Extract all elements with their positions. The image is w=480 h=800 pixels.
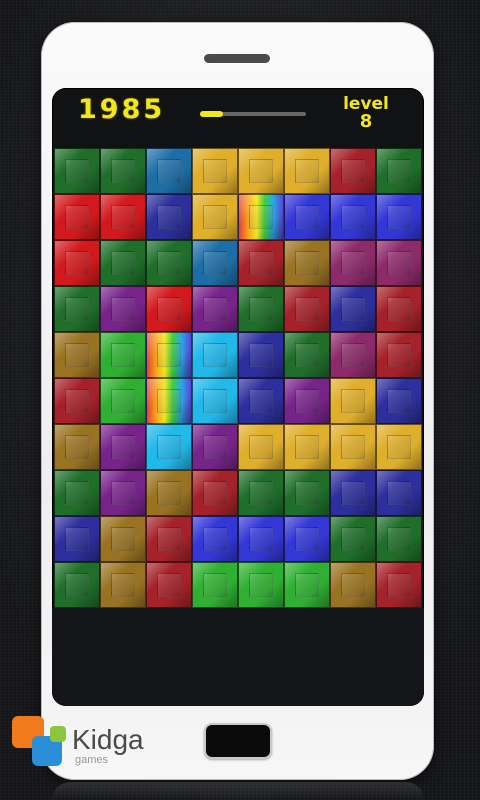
tile[interactable] [146, 194, 192, 240]
tile[interactable] [376, 470, 422, 516]
tile[interactable] [146, 470, 192, 516]
tile[interactable] [238, 378, 284, 424]
tile[interactable] [100, 148, 146, 194]
tile[interactable] [146, 378, 192, 424]
tile[interactable] [54, 148, 100, 194]
tile[interactable] [376, 194, 422, 240]
tile[interactable] [238, 148, 284, 194]
tile[interactable] [284, 516, 330, 562]
empty-board-area [52, 608, 424, 706]
tile[interactable] [100, 562, 146, 608]
tile[interactable] [146, 516, 192, 562]
tile[interactable] [330, 240, 376, 286]
tile[interactable] [146, 286, 192, 332]
level-progress-fill [200, 111, 224, 117]
tile[interactable] [376, 516, 422, 562]
tile[interactable] [192, 332, 238, 378]
game-board[interactable] [54, 148, 422, 608]
tile[interactable] [192, 516, 238, 562]
level-progress-bar [200, 111, 306, 117]
tile[interactable] [100, 378, 146, 424]
tile[interactable] [54, 240, 100, 286]
tile[interactable] [100, 240, 146, 286]
tile[interactable] [330, 194, 376, 240]
tile[interactable] [330, 470, 376, 516]
hud: 1985 level 8 [52, 88, 424, 148]
tile[interactable] [238, 240, 284, 286]
tile[interactable] [330, 332, 376, 378]
tile[interactable] [330, 286, 376, 332]
score-display: 1985 [78, 94, 166, 125]
tile[interactable] [146, 148, 192, 194]
tile[interactable] [284, 378, 330, 424]
tile[interactable] [100, 332, 146, 378]
tile[interactable] [100, 194, 146, 240]
tile[interactable] [192, 424, 238, 470]
tile[interactable] [192, 378, 238, 424]
tile[interactable] [54, 562, 100, 608]
tile[interactable] [100, 516, 146, 562]
tile[interactable] [376, 148, 422, 194]
tile[interactable] [192, 286, 238, 332]
tile[interactable] [330, 562, 376, 608]
tile[interactable] [376, 378, 422, 424]
tile[interactable] [284, 470, 330, 516]
tile[interactable] [146, 332, 192, 378]
tile[interactable] [238, 332, 284, 378]
tile[interactable] [100, 470, 146, 516]
tile[interactable] [330, 516, 376, 562]
tile[interactable] [238, 470, 284, 516]
tile[interactable] [238, 194, 284, 240]
tile[interactable] [192, 148, 238, 194]
tile[interactable] [238, 424, 284, 470]
tile[interactable] [284, 332, 330, 378]
tile[interactable] [146, 240, 192, 286]
tile[interactable] [238, 562, 284, 608]
logo-subtitle: games [75, 754, 109, 766]
phone-speaker [204, 54, 270, 63]
tile[interactable] [284, 286, 330, 332]
tile[interactable] [54, 332, 100, 378]
phone-reflection [52, 782, 424, 800]
tile[interactable] [54, 424, 100, 470]
tile[interactable] [330, 148, 376, 194]
tile[interactable] [376, 286, 422, 332]
home-button[interactable] [204, 723, 272, 759]
tile[interactable] [330, 378, 376, 424]
tile[interactable] [238, 516, 284, 562]
tile[interactable] [54, 470, 100, 516]
logo-green-square [50, 726, 66, 742]
tile[interactable] [284, 424, 330, 470]
tile[interactable] [146, 424, 192, 470]
tile[interactable] [54, 516, 100, 562]
tile[interactable] [54, 286, 100, 332]
tile[interactable] [330, 424, 376, 470]
tile[interactable] [192, 562, 238, 608]
tile[interactable] [376, 332, 422, 378]
tile[interactable] [192, 194, 238, 240]
tile[interactable] [284, 194, 330, 240]
tile[interactable] [284, 562, 330, 608]
tile[interactable] [284, 148, 330, 194]
tile[interactable] [100, 424, 146, 470]
tile[interactable] [54, 378, 100, 424]
tile[interactable] [192, 240, 238, 286]
tile[interactable] [54, 194, 100, 240]
tile[interactable] [192, 470, 238, 516]
tile[interactable] [376, 562, 422, 608]
tile[interactable] [100, 286, 146, 332]
tile[interactable] [284, 240, 330, 286]
tile[interactable] [376, 240, 422, 286]
game-screen: 1985 level 8 [52, 88, 424, 706]
logo-wordmark: Kidga [72, 724, 144, 755]
tile[interactable] [376, 424, 422, 470]
tile[interactable] [146, 562, 192, 608]
level-value: 8 [359, 111, 373, 132]
tile[interactable] [238, 286, 284, 332]
kidga-logo: Kidga games [12, 716, 172, 766]
